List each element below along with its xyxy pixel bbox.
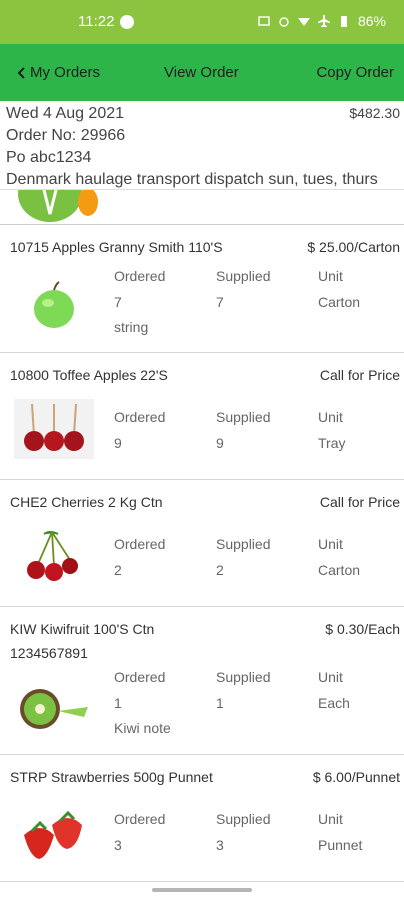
notification-icon [120, 15, 134, 29]
supplied-column: Supplied 1 [216, 669, 271, 711]
green-apple-icon [34, 281, 74, 328]
cherries-icon [27, 531, 78, 581]
ordered-label: Ordered [114, 409, 166, 425]
supplied-label: Supplied [216, 536, 271, 552]
ordered-label: Ordered [114, 536, 166, 552]
supplied-column: Supplied 2 [216, 536, 271, 578]
item-name: 10715 Apples Granny Smith 110'S [10, 239, 223, 255]
ordered-label: Ordered [114, 669, 166, 685]
item-name: STRP Strawberries 500g Punnet [10, 769, 213, 785]
unit-column: Unit Tray [318, 409, 345, 451]
item-note: Kiwi note [114, 720, 171, 736]
order-header: Wed 4 Aug 2021 $482.30 Order No: 29966 P… [0, 101, 404, 190]
ordered-column: Ordered 1 [114, 669, 165, 711]
ordered-value: 1 [114, 695, 122, 711]
list-item[interactable]: KIW Kiwifruit 100'S Ctn 1234567891 $ 0.3… [0, 607, 404, 755]
unit-label: Unit [318, 409, 343, 425]
battery-icon [340, 16, 347, 27]
order-po: Po abc1234 [6, 149, 92, 166]
fruit-image-icon [18, 190, 98, 222]
unit-label: Unit [318, 811, 343, 827]
status-icons: 86% [258, 13, 386, 29]
ordered-column: Ordered 9 [114, 409, 165, 451]
unit-value: Tray [318, 435, 346, 451]
item-note: string [114, 319, 149, 335]
supplied-column: Supplied 9 [216, 409, 271, 451]
ordered-label: Ordered [114, 268, 166, 284]
ordered-column: Ordered 3 [114, 811, 165, 853]
toffee-apples-icon [14, 399, 94, 459]
item-price: $ 0.30/Each [325, 621, 400, 637]
unit-value: Carton [318, 294, 361, 310]
kiwifruit-icon [20, 689, 88, 729]
supplied-label: Supplied [216, 669, 271, 685]
item-code: 1234567891 [10, 645, 88, 661]
app-bar: My Orders View Order Copy Order [0, 44, 404, 101]
strawberry-icon [24, 810, 82, 859]
supplied-column: Supplied 7 [216, 268, 271, 310]
supplied-value: 9 [216, 435, 224, 451]
supplied-label: Supplied [216, 268, 271, 284]
list-item[interactable]: 10800 Toffee Apples 22'S Call for Price … [0, 353, 404, 480]
back-label: My Orders [30, 64, 101, 81]
supplied-value: 2 [216, 562, 224, 578]
ordered-value: 3 [114, 837, 122, 853]
status-bar: 11:22 86% [0, 0, 404, 44]
supplied-column: Supplied 3 [216, 811, 271, 853]
supplied-value: 3 [216, 837, 224, 853]
copy-order-button[interactable]: Copy Order [316, 64, 394, 81]
item-price: $ 6.00/Punnet [312, 769, 400, 785]
unit-value: Each [318, 695, 350, 711]
item-price: $ 25.00/Carton [307, 239, 400, 255]
list-item[interactable]: CHE2 Cherries 2 Kg Ctn Call for Price Or… [0, 480, 404, 607]
unit-value: Punnet [318, 837, 363, 853]
airplane-icon [317, 15, 330, 27]
unit-column: Unit Each [318, 669, 350, 711]
ordered-label: Ordered [114, 811, 166, 827]
unit-label: Unit [318, 536, 343, 552]
order-note: Denmark haulage transport dispatch sun, … [6, 171, 378, 188]
item-price: Call for Price [319, 494, 400, 510]
back-button[interactable]: My Orders [16, 64, 100, 81]
list-item[interactable]: 10715 Apples Granny Smith 110'S $ 25.00/… [0, 225, 404, 353]
unit-label: Unit [318, 268, 343, 284]
list-item[interactable]: STRP Strawberries 500g Punnet $ 6.00/Pun… [0, 755, 404, 882]
scrolled-item-peek [0, 190, 404, 225]
ordered-column: Ordered 7 [114, 268, 165, 310]
ordered-value: 7 [114, 294, 122, 310]
chevron-left-icon [17, 66, 25, 79]
supplied-value: 7 [216, 294, 224, 310]
ordered-value: 2 [114, 562, 122, 578]
home-indicator[interactable] [152, 888, 252, 892]
unit-column: Unit Punnet [318, 811, 362, 853]
order-date: Wed 4 Aug 2021 [6, 105, 125, 122]
supplied-label: Supplied [216, 811, 271, 827]
unit-value: Carton [318, 562, 361, 578]
supplied-value: 1 [216, 695, 224, 711]
cast-icon [258, 16, 270, 26]
order-number: Order No: 29966 [6, 127, 126, 144]
battery-percent: 86% [357, 13, 386, 29]
ordered-value: 9 [114, 435, 122, 451]
supplied-label: Supplied [216, 409, 271, 425]
ordered-column: Ordered 2 [114, 536, 165, 578]
item-name: KIW Kiwifruit 100'S Ctn [10, 621, 155, 637]
alarm-icon [279, 17, 289, 27]
order-amount: $482.30 [349, 105, 400, 121]
item-name: 10800 Toffee Apples 22'S [10, 367, 168, 383]
unit-column: Unit Carton [318, 536, 360, 578]
unit-column: Unit Carton [318, 268, 360, 310]
item-name: CHE2 Cherries 2 Kg Ctn [10, 494, 163, 510]
wifi-icon [297, 18, 310, 26]
item-price: Call for Price [319, 367, 400, 383]
status-time: 11:22 [78, 13, 115, 30]
page-title: View Order [164, 64, 239, 81]
unit-label: Unit [318, 669, 343, 685]
